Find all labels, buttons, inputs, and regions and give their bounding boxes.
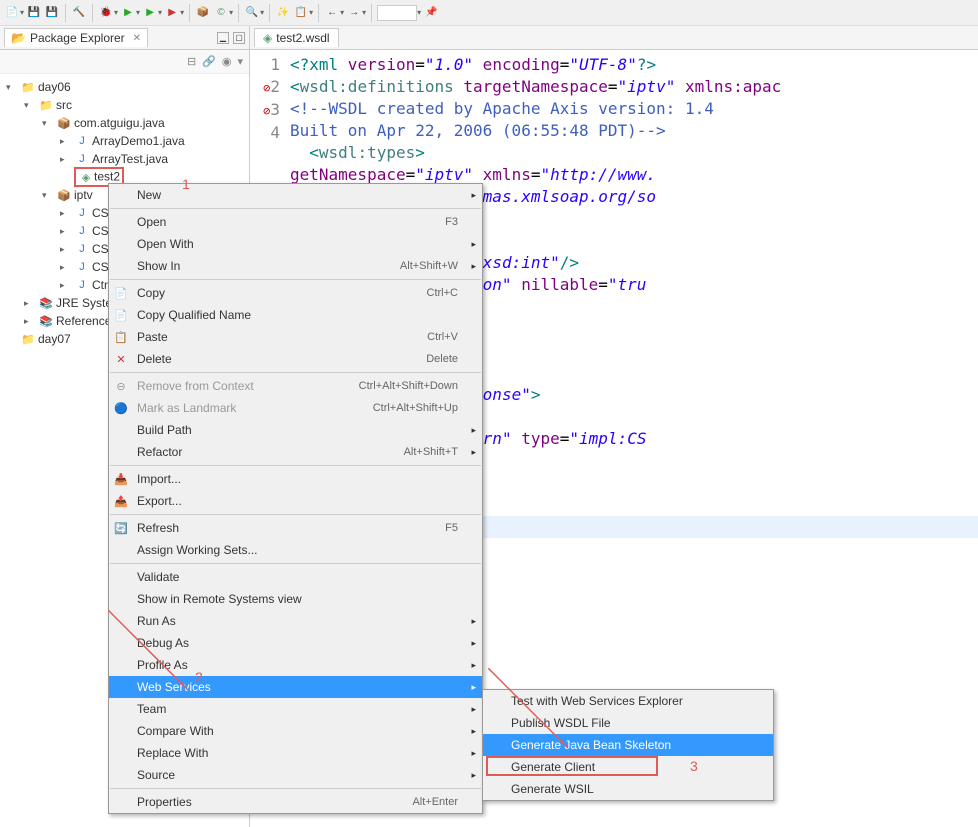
view-tab-bar: 📂 Package Explorer ✕ ▁ ▢ [0,26,249,50]
tree-pkg-atguigu[interactable]: ▾📦com.atguigu.java [2,114,247,132]
library-icon: 📚 [38,295,54,311]
menu-team[interactable]: Team▸ [109,698,482,720]
new-class-icon[interactable]: © [213,5,229,21]
menu-show-in[interactable]: Show InAlt+Shift+W▸ [109,255,482,277]
landmark-icon: 🔵 [113,402,129,415]
menu-export[interactable]: 📤Export... [109,490,482,512]
import-icon: 📥 [113,473,129,486]
paste-icon: 📋 [113,331,129,344]
nav-back-icon[interactable]: ← [324,5,340,21]
menu-delete[interactable]: ✕DeleteDelete [109,348,482,370]
menu-assign-working-sets[interactable]: Assign Working Sets... [109,539,482,561]
tree-file-arraydemo[interactable]: ▸JArrayDemo1.java [2,132,247,150]
refresh-icon: 🔄 [113,522,129,535]
remove-context-icon: ⊖ [113,380,129,393]
menu-source[interactable]: Source▸ [109,764,482,786]
debug-icon[interactable]: 🐞 [98,5,114,21]
pin-icon[interactable]: 📌 [423,5,439,21]
menu-open-with[interactable]: Open With▸ [109,233,482,255]
submenu-generate-wsil[interactable]: Generate WSIL [483,778,773,800]
submenu-publish-wsdl[interactable]: Publish WSDL File [483,712,773,734]
context-menu: New▸ OpenF3 Open With▸ Show InAlt+Shift+… [108,183,483,814]
run-icon[interactable]: ▶ [120,5,136,21]
library-icon: 📚 [38,313,54,329]
web-services-submenu: Test with Web Services Explorer Publish … [482,689,774,801]
editor-tab-bar: ◈ test2.wsdl [250,26,978,50]
explorer-toolbar: ⊟ 🔗 ◉ ▾ [0,50,249,74]
task-icon[interactable]: 📋 [293,5,309,21]
java-file-icon: J [74,205,90,221]
package-explorer-title: Package Explorer [30,31,125,45]
menu-web-services[interactable]: Web Services▸ [109,676,482,698]
close-view-icon[interactable]: ✕ [133,33,141,44]
new-package-icon[interactable]: 📦 [195,5,211,21]
project-icon: 📁 [20,79,36,95]
menu-paste[interactable]: 📋PasteCtrl+V [109,326,482,348]
maximize-view-icon[interactable]: ▢ [233,32,245,44]
menu-validate[interactable]: Validate [109,566,482,588]
view-menu-icon[interactable]: ▾ [237,55,243,68]
project-icon: 📁 [20,331,36,347]
focus-icon[interactable]: ◉ [222,55,232,68]
menu-compare-with[interactable]: Compare With▸ [109,720,482,742]
menu-run-as[interactable]: Run As▸ [109,610,482,632]
package-icon: 📦 [56,187,72,203]
copy-qualified-icon: 📄 [113,309,129,322]
menu-replace-with[interactable]: Replace With▸ [109,742,482,764]
link-editor-icon[interactable]: 🔗 [202,55,216,68]
main-toolbar: 📄▾ 💾 💾 🔨 🐞▾ ▶▾ ▶▾ ▶▾ 📦 ©▾ 🔍▾ ✨ 📋▾ ←▾ →▾ … [0,0,978,26]
menu-new[interactable]: New▸ [109,184,482,206]
menu-import[interactable]: 📥Import... [109,468,482,490]
collapse-all-icon[interactable]: ⊟ [187,55,196,68]
ext-tools-icon[interactable]: ▶ [164,5,180,21]
java-file-icon: J [74,259,90,275]
submenu-generate-client[interactable]: Generate Client [483,756,773,778]
java-file-icon: J [74,277,90,293]
wand-icon[interactable]: ✨ [275,5,291,21]
editor-tab-test2[interactable]: ◈ test2.wsdl [254,28,339,47]
search-icon[interactable]: 🔍 [244,5,260,21]
delete-icon: ✕ [113,353,129,366]
package-explorer-icon: 📂 [11,31,26,45]
menu-refresh[interactable]: 🔄RefreshF5 [109,517,482,539]
menu-mark-landmark: 🔵Mark as LandmarkCtrl+Alt+Shift+Up [109,397,482,419]
editor-tab-label: test2.wsdl [276,31,329,45]
menu-profile-as[interactable]: Profile As▸ [109,654,482,676]
wsdl-file-icon: ◈ [263,31,272,45]
menu-build-path[interactable]: Build Path▸ [109,419,482,441]
menu-open[interactable]: OpenF3 [109,211,482,233]
submenu-generate-skeleton[interactable]: Generate Java Bean Skeleton [483,734,773,756]
java-file-icon: J [74,223,90,239]
quick-access-input[interactable] [377,5,417,21]
menu-copy-qualified[interactable]: 📄Copy Qualified Name [109,304,482,326]
new-icon[interactable]: 📄 [4,5,20,21]
copy-icon: 📄 [113,287,129,300]
coverage-icon[interactable]: ▶ [142,5,158,21]
build-icon[interactable]: 🔨 [71,5,87,21]
save-all-icon[interactable]: 💾 [44,5,60,21]
java-file-icon: J [74,241,90,257]
save-icon[interactable]: 💾 [26,5,42,21]
menu-remove-context: ⊖Remove from ContextCtrl+Alt+Shift+Down [109,375,482,397]
nav-fwd-icon[interactable]: → [346,5,362,21]
menu-properties[interactable]: PropertiesAlt+Enter [109,791,482,813]
tree-project-day06[interactable]: ▾📁day06 [2,78,247,96]
package-explorer-tab[interactable]: 📂 Package Explorer ✕ [4,28,148,47]
package-icon: 📦 [56,115,72,131]
minimize-view-icon[interactable]: ▁ [217,32,229,44]
menu-show-remote[interactable]: Show in Remote Systems view [109,588,482,610]
tree-file-arraytest[interactable]: ▸JArrayTest.java [2,150,247,168]
submenu-test-explorer[interactable]: Test with Web Services Explorer [483,690,773,712]
menu-debug-as[interactable]: Debug As▸ [109,632,482,654]
src-folder-icon: 📁 [38,97,54,113]
menu-refactor[interactable]: RefactorAlt+Shift+T▸ [109,441,482,463]
wsdl-file-icon: ◈ [78,169,94,185]
export-icon: 📤 [113,495,129,508]
tree-src[interactable]: ▾📁src [2,96,247,114]
java-file-icon: J [74,151,90,167]
java-file-icon: J [74,133,90,149]
menu-copy[interactable]: 📄CopyCtrl+C [109,282,482,304]
